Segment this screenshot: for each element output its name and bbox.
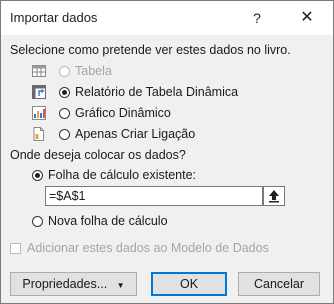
close-button[interactable]: ✕ <box>291 7 323 29</box>
properties-label: Propriedades... <box>22 277 108 291</box>
existing-sheet-radio[interactable] <box>32 169 43 181</box>
option-connection-only[interactable]: Apenas Criar Ligação <box>59 125 195 143</box>
data-model-label: Adicionar estes dados ao Modelo de Dados <box>27 241 269 255</box>
option-pivot-table[interactable]: Relatório de Tabela Dinâmica <box>59 83 238 101</box>
dropdown-arrow-icon: ▼ <box>116 281 125 290</box>
table-radio[interactable] <box>59 65 70 77</box>
pivot-chart-icon <box>32 106 46 120</box>
pivot-chart-radio[interactable] <box>59 107 70 119</box>
option-pivot-chart[interactable]: Gráfico Dinâmico <box>59 104 171 122</box>
table-label: Tabela <box>75 64 112 78</box>
data-model-option[interactable]: Adicionar estes dados ao Modelo de Dados <box>10 239 269 257</box>
pivot-table-icon <box>32 85 46 99</box>
pivot-table-radio[interactable] <box>59 86 70 98</box>
pivot-chart-label: Gráfico Dinâmico <box>75 106 171 120</box>
dialog-title: Importar dados <box>10 10 98 25</box>
data-model-checkbox[interactable] <box>10 242 21 254</box>
import-data-dialog: Importar dados ? ✕ Selecione como preten… <box>0 0 334 304</box>
option-table[interactable]: Tabela <box>59 62 112 80</box>
title-bar: Importar dados ? ✕ <box>1 1 333 35</box>
ok-button[interactable]: OK <box>151 272 227 296</box>
existing-sheet-label: Folha de cálculo existente: <box>48 168 197 182</box>
cancel-button[interactable]: Cancelar <box>238 272 320 296</box>
location-section-heading: Onde deseja colocar os dados? <box>10 148 186 162</box>
table-icon <box>32 65 46 77</box>
view-section-heading: Selecione como pretende ver estes dados … <box>10 43 291 57</box>
collapse-dialog-icon <box>269 190 279 203</box>
range-selector-button[interactable] <box>263 186 285 206</box>
cell-reference-input[interactable]: =$A$1 <box>45 186 263 206</box>
connection-only-label: Apenas Criar Ligação <box>75 127 196 141</box>
option-new-sheet[interactable]: Nova folha de cálculo <box>32 212 168 230</box>
help-button[interactable]: ? <box>241 7 273 29</box>
connection-icon <box>33 127 44 141</box>
pivot-table-label: Relatório de Tabela Dinâmica <box>75 85 239 99</box>
new-sheet-radio[interactable] <box>32 215 43 227</box>
new-sheet-label: Nova folha de cálculo <box>48 214 168 228</box>
connection-only-radio[interactable] <box>59 128 70 140</box>
option-existing-sheet[interactable]: Folha de cálculo existente: <box>32 166 196 184</box>
properties-button[interactable]: Propriedades... ▼ <box>10 272 137 296</box>
